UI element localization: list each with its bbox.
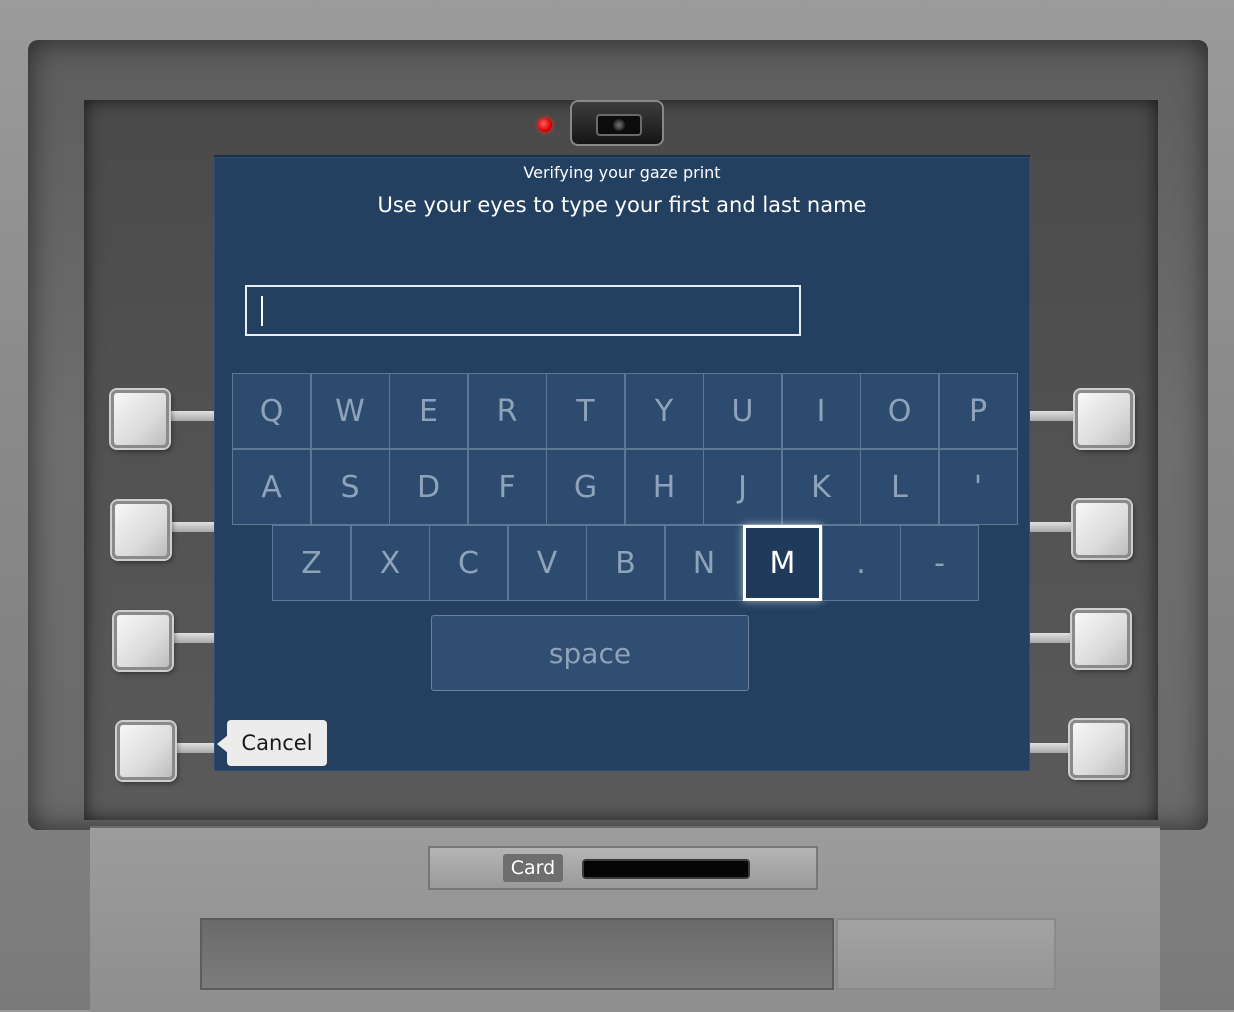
key-y[interactable]: Y [624,373,704,449]
key-hyphen[interactable]: - [900,525,979,601]
key-w[interactable]: W [310,373,390,449]
key-x[interactable]: X [350,525,430,601]
key-h[interactable]: H [624,449,704,525]
right-connector-1 [1030,411,1076,421]
card-slot[interactable] [582,859,750,879]
key-z[interactable]: Z [272,525,351,601]
left-connector-1 [168,411,216,421]
left-connector-2 [168,522,216,532]
left-side-button-1[interactable] [111,390,169,448]
key-q[interactable]: Q [232,373,311,449]
key-r[interactable]: R [467,373,547,449]
camera-icon [570,100,664,146]
key-o[interactable]: O [860,373,939,449]
key-d[interactable]: D [389,449,468,525]
left-side-button-3[interactable] [114,612,172,670]
right-connector-4 [1030,743,1072,753]
left-connector-3 [170,633,216,643]
right-connector-2 [1030,522,1074,532]
key-g[interactable]: G [546,449,625,525]
key-m[interactable]: M [743,525,822,601]
key-l[interactable]: L [860,449,939,525]
atm-screen: Verifying your gaze print Use your eyes … [214,155,1030,771]
key-a[interactable]: A [232,449,311,525]
key-k[interactable]: K [781,449,861,525]
text-caret [261,296,263,326]
right-side-button-2[interactable] [1073,500,1131,558]
key-c[interactable]: C [429,525,508,601]
cash-dispenser [200,918,834,990]
right-side-button-4[interactable] [1070,720,1128,778]
left-side-button-2[interactable] [112,501,170,559]
screen-title: Use your eyes to type your first and las… [377,193,867,217]
right-side-button-1[interactable] [1075,390,1133,448]
camera-lens [596,114,642,136]
key-s[interactable]: S [310,449,390,525]
dispenser-cover [836,918,1056,990]
key-i[interactable]: I [781,373,861,449]
key-t[interactable]: T [546,373,625,449]
key-b[interactable]: B [586,525,665,601]
left-side-button-4[interactable] [117,722,175,780]
key-v[interactable]: V [507,525,587,601]
left-connector-4 [172,743,216,753]
right-side-button-3[interactable] [1072,610,1130,668]
key-period[interactable]: . [821,525,901,601]
key-n[interactable]: N [664,525,744,601]
key-p[interactable]: P [938,373,1018,449]
recording-led-icon [538,118,552,132]
screen-subtitle: Verifying your gaze print [523,163,721,182]
key-e[interactable]: E [389,373,468,449]
key-u[interactable]: U [703,373,782,449]
right-connector-3 [1030,633,1074,643]
space-key[interactable]: space [431,615,749,691]
card-label: Card [503,854,563,882]
key-apostrophe[interactable]: ' [938,449,1018,525]
key-f[interactable]: F [467,449,547,525]
key-j[interactable]: J [703,449,782,525]
cancel-button[interactable]: Cancel [227,720,327,766]
name-input[interactable] [245,285,801,336]
